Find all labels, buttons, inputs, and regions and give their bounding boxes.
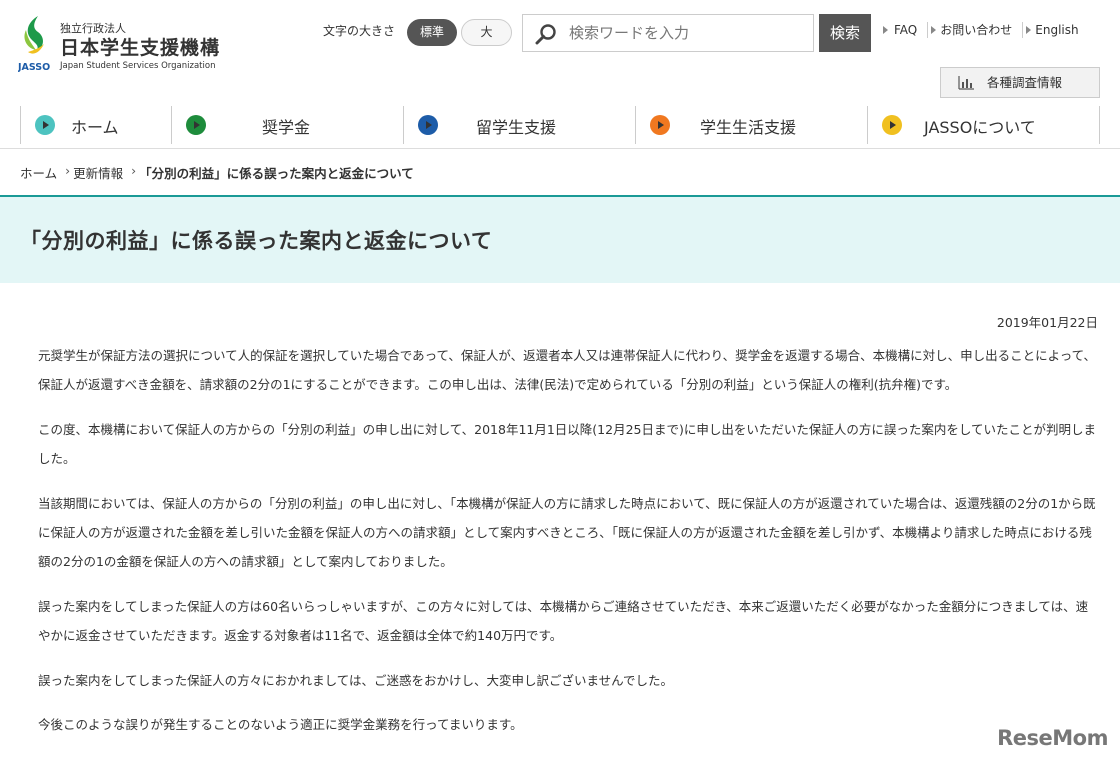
publish-date: 2019年01月22日: [996, 315, 1098, 330]
gnav-student-life-label: 学生生活支援: [700, 118, 797, 137]
play-icon: [186, 115, 206, 135]
logo-small-text: 独立行政法人: [60, 22, 126, 35]
gnav-international-students[interactable]: 留学生支援: [403, 106, 635, 144]
jasso-logo-icon: JASSO: [18, 16, 50, 72]
play-icon: [418, 115, 438, 135]
search-box: [522, 14, 814, 52]
font-size-standard-button[interactable]: 標準: [407, 19, 457, 46]
gnav-about-jasso[interactable]: JASSOについて: [867, 106, 1100, 144]
english-link[interactable]: English: [1023, 22, 1079, 38]
gnav-home-label: ホーム: [71, 118, 119, 137]
body-paragraph: 元奨学生が保証方法の選択について人的保証を選択していた場合であって、保証人が、返…: [38, 348, 1097, 392]
font-size-large-button[interactable]: 大: [461, 19, 512, 46]
body-paragraph: 当該期間においては、保証人の方からの「分別の利益」の申し出に対し、「本機構が保証…: [38, 496, 1096, 569]
header-divider: [0, 148, 1120, 149]
body-paragraph: この度、本機構において保証人の方からの「分別の利益」の申し出に対して、2018年…: [38, 422, 1096, 466]
play-icon: [650, 115, 670, 135]
breadcrumb-home[interactable]: ホーム: [20, 163, 57, 181]
breadcrumb: ホーム › 更新情報 › 「分別の利益」に係る誤った案内と返金について: [20, 163, 414, 181]
body-paragraph: 今後このような誤りが発生することのないよう適正に奨学金業務を行ってまいります。: [38, 717, 523, 732]
breadcrumb-updates[interactable]: 更新情報: [73, 163, 123, 181]
gnav-student-life[interactable]: 学生生活支援: [635, 106, 867, 144]
chevron-right-icon: ›: [65, 163, 71, 178]
gnav-home[interactable]: ホーム: [20, 106, 171, 144]
page-title: 「分別の利益」に係る誤った案内と返金について: [20, 229, 493, 253]
bar-chart-icon: [958, 76, 974, 90]
font-size-label: 文字の大きさ: [323, 24, 396, 38]
resemom-watermark: ReseMom: [997, 726, 1108, 750]
chevron-right-icon: ›: [131, 163, 137, 178]
faq-link[interactable]: FAQ: [880, 22, 929, 38]
survey-info-label: 各種調査情報: [987, 75, 1063, 90]
search-input[interactable]: [569, 21, 805, 45]
gnav-international-students-label: 留学生支援: [476, 118, 557, 137]
search-button[interactable]: 検索: [819, 14, 871, 52]
title-band: 「分別の利益」に係る誤った案内と返金について: [0, 195, 1120, 283]
jasso-logo[interactable]: JASSO 独立行政法人 日本学生支援機構 Japan Student Serv…: [18, 14, 228, 74]
utility-links: FAQ お問い合わせ English: [880, 22, 1079, 38]
play-icon: [882, 115, 902, 135]
gnav-scholarship-label: 奨学金: [262, 118, 311, 137]
gnav-scholarship[interactable]: 奨学金: [171, 106, 403, 144]
breadcrumb-current: 「分別の利益」に係る誤った案内と返金について: [139, 166, 414, 181]
survey-info-button[interactable]: 各種調査情報: [940, 67, 1100, 98]
global-nav: ホーム 奨学金 留学生支援 学生生活支援 JASSOについて: [20, 106, 1100, 144]
logo-main-text: 日本学生支援機構: [60, 37, 221, 59]
logo-mark-text: JASSO: [18, 62, 50, 72]
body-paragraph: 誤った案内をしてしまった保証人の方々におかれましては、ご迷惑をおかけし、大変申し…: [38, 673, 674, 688]
gnav-about-jasso-label: JASSOについて: [924, 118, 1036, 137]
site-header: JASSO 独立行政法人 日本学生支援機構 Japan Student Serv…: [0, 0, 1120, 100]
contact-link[interactable]: お問い合わせ: [928, 22, 1024, 38]
play-icon: [35, 115, 55, 135]
body-paragraph: 誤った案内をしてしまった保証人の方は60名いらっしゃいますが、この方々に対しては…: [38, 599, 1089, 643]
logo-en-text: Japan Student Services Organization: [60, 61, 216, 71]
search-icon: [535, 24, 556, 45]
